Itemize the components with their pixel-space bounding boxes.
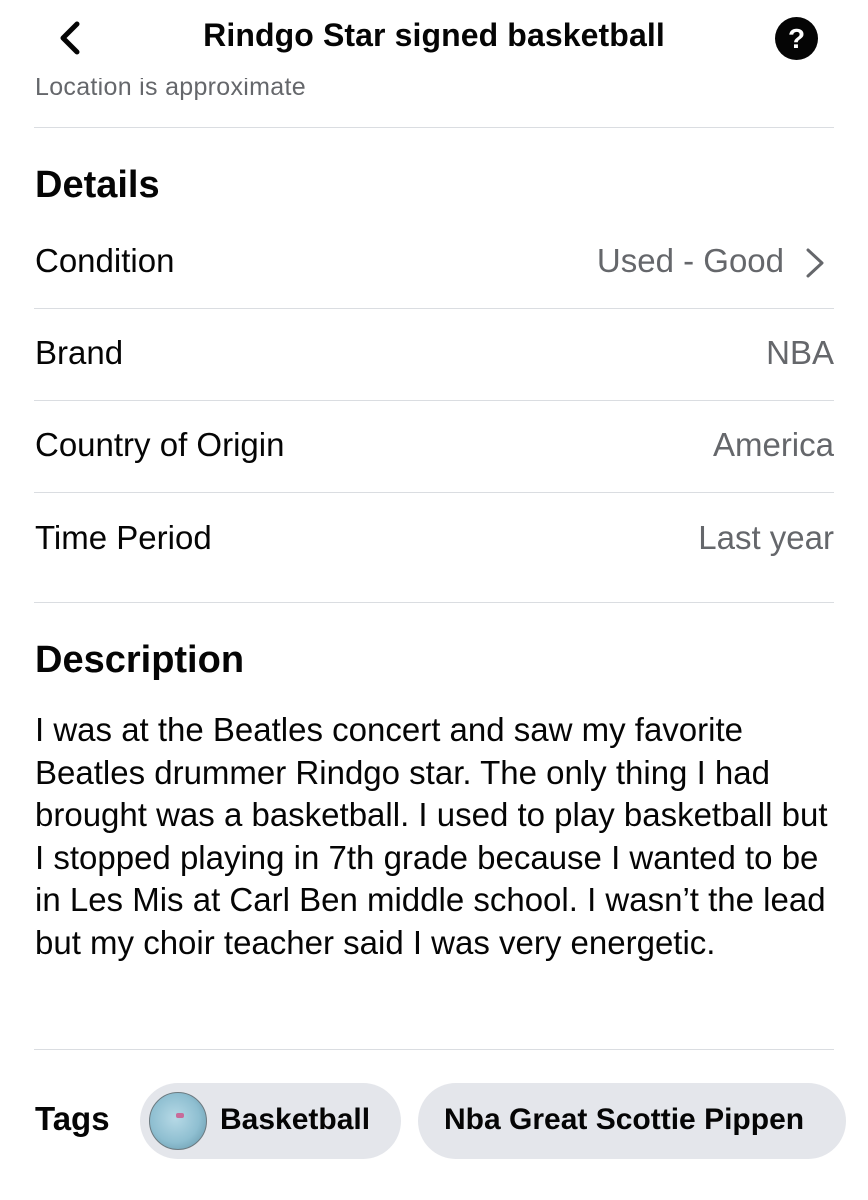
- description-text: I was at the Beatles concert and saw my …: [35, 711, 828, 961]
- top-navigation-bar: Rindgo Star signed basketball ?: [0, 0, 868, 78]
- divider: [34, 492, 834, 493]
- detail-value: NBA: [766, 334, 834, 371]
- divider: [34, 308, 834, 309]
- tag-chip-nba-great-scottie-pippen[interactable]: Nba Great Scottie Pippen: [418, 1083, 846, 1159]
- basketball-thumbnail: [149, 1092, 207, 1150]
- tag-label: Nba Great Scottie Pippen: [444, 1103, 805, 1136]
- question-mark-icon: ?: [787, 23, 806, 54]
- detail-value: America: [712, 426, 834, 463]
- page-title: Rindgo Star signed basketball: [203, 17, 665, 53]
- tags-label: Tags: [35, 1100, 110, 1137]
- detail-label: Country of Origin: [35, 426, 285, 463]
- detail-value: Last year: [698, 519, 834, 556]
- detail-label: Brand: [35, 334, 124, 371]
- help-button[interactable]: ?: [775, 17, 818, 60]
- detail-row-brand: Brand NBA: [35, 324, 834, 384]
- tag-chip-basketball[interactable]: Basketball: [140, 1083, 401, 1159]
- tag-label: Basketball: [220, 1103, 371, 1136]
- detail-value: Used - Good: [596, 242, 784, 279]
- divider: [34, 602, 834, 603]
- divider: [34, 1049, 834, 1050]
- detail-label: Condition: [35, 242, 175, 279]
- detail-row-condition[interactable]: Condition Used - Good: [35, 232, 834, 292]
- divider: [34, 127, 834, 128]
- divider: [34, 400, 834, 401]
- chevron-right-icon: [802, 246, 828, 280]
- detail-label: Time Period: [35, 519, 212, 556]
- detail-row-country-of-origin: Country of Origin America: [35, 416, 834, 476]
- details-heading: Details: [35, 164, 160, 206]
- detail-row-time-period: Time Period Last year: [35, 509, 834, 569]
- description-heading: Description: [35, 639, 245, 681]
